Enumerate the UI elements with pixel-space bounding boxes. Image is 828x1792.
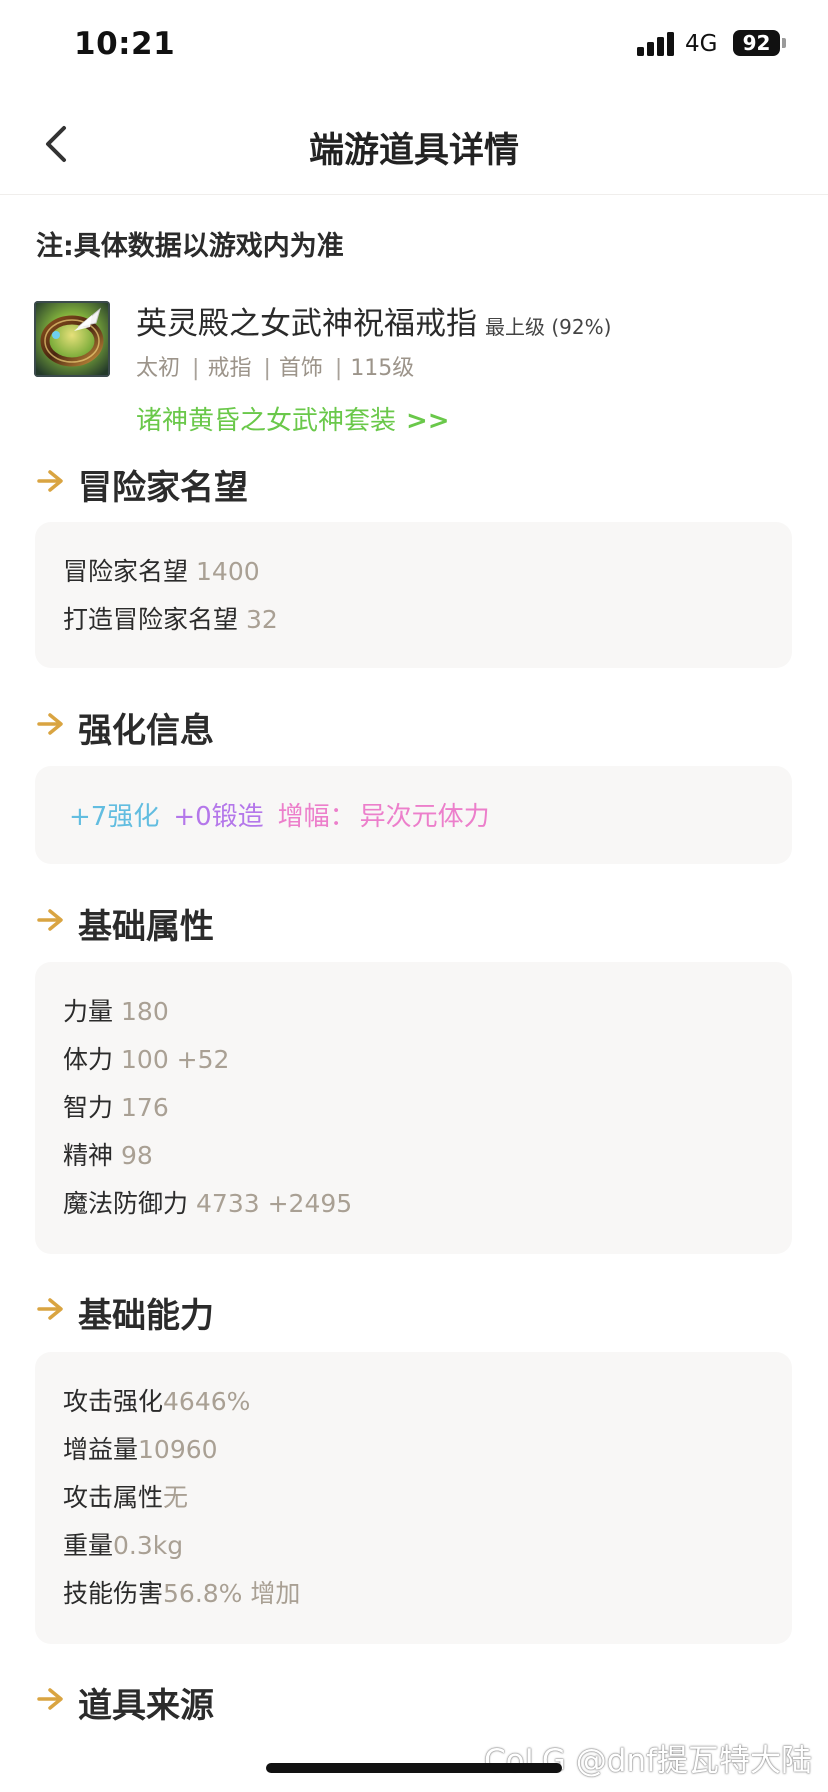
item-rarity: 太初: [136, 356, 181, 381]
network-label: 4G: [685, 31, 718, 57]
row-label: 精神: [63, 1141, 114, 1170]
arrow-bullet-icon: [37, 470, 63, 492]
section-title: 基础属性: [78, 907, 214, 947]
row-value: 4646%: [163, 1387, 251, 1416]
amplify-label: 增幅：: [277, 802, 356, 832]
abilities-card: 攻击强化4646% 增益量10960 攻击属性无 重量0.3kg 技能伤害56.…: [35, 1352, 792, 1644]
nav-bar: 端游道具详情: [0, 96, 828, 195]
ability-row: 增益量10960: [63, 1430, 218, 1466]
ability-row: 攻击属性无: [63, 1478, 188, 1514]
item-meta: 太初 | 戒指 | 首饰 | 115级: [136, 350, 414, 382]
set-link[interactable]: 诸神黄昏之女武神套装 >>: [136, 400, 450, 437]
attr-row: 体力 100 +52: [63, 1040, 229, 1076]
ring-icon: [34, 301, 110, 377]
battery-tip: [782, 38, 786, 48]
attr-row: 精神 98: [63, 1136, 153, 1172]
reinforce-level: +7强化: [69, 802, 160, 832]
section-title: 基础能力: [78, 1296, 214, 1336]
data-note: 注:具体数据以游戏内为准: [36, 231, 344, 262]
fame-row: 打造冒险家名望 32: [63, 600, 278, 636]
ability-row: 技能伤害56.8% 增加: [63, 1574, 300, 1610]
row-value: 56.8% 增加: [163, 1579, 301, 1608]
enhance-card: +7强化 +0锻造 增幅： 异次元体力: [35, 766, 792, 864]
watermark: CoLG @dnf提瓦特大陆: [484, 1743, 812, 1779]
row-value: 176: [121, 1093, 169, 1122]
row-value: 100 +52: [121, 1045, 230, 1074]
ability-row: 重量0.3kg: [63, 1526, 183, 1562]
attr-row: 智力 176: [63, 1088, 169, 1124]
battery-icon: 92: [733, 30, 780, 56]
row-label: 智力: [63, 1093, 114, 1122]
set-arrow: >>: [406, 406, 450, 436]
meta-divider: |: [263, 356, 271, 381]
row-label: 体力: [63, 1045, 114, 1074]
row-label: 魔法防御力: [63, 1189, 189, 1218]
row-value: 180: [121, 997, 169, 1026]
attr-row: 力量 180: [63, 992, 169, 1028]
enhance-info: +7强化 +0锻造 增幅： 异次元体力: [69, 796, 490, 833]
page-title: 端游道具详情: [308, 131, 519, 171]
row-label: 技能伤害: [63, 1579, 164, 1608]
section-title: 冒险家名望: [78, 468, 248, 508]
row-value: 10960: [138, 1435, 218, 1464]
row-value: 0.3kg: [113, 1531, 184, 1560]
section-title: 道具来源: [78, 1686, 214, 1726]
item-name: 英灵殿之女武神祝福戒指: [136, 306, 477, 342]
item-title: 英灵殿之女武神祝福戒指 最上级 (92%): [136, 298, 611, 343]
item-grade: 最上级 (92%): [485, 315, 612, 339]
arrow-bullet-icon: [37, 1688, 63, 1710]
row-label: 攻击属性: [63, 1483, 164, 1512]
item-level: 115级: [350, 356, 415, 381]
fame-row: 冒险家名望 1400: [63, 552, 260, 588]
status-time: 10:21: [74, 26, 176, 62]
arrow-bullet-icon: [37, 713, 63, 735]
row-value: 98: [121, 1141, 153, 1170]
row-value: 4733 +2495: [196, 1189, 353, 1218]
home-indicator[interactable]: [266, 1763, 562, 1773]
meta-divider: |: [192, 356, 200, 381]
section-title: 强化信息: [78, 711, 214, 751]
attr-row: 魔法防御力 4733 +2495: [63, 1184, 352, 1220]
row-value: 无: [163, 1483, 189, 1512]
ability-row: 攻击强化4646%: [63, 1382, 250, 1418]
fame-card: 冒险家名望 1400 打造冒险家名望 32: [35, 522, 792, 668]
item-category: 首饰: [278, 356, 323, 381]
row-label: 打造冒险家名望: [63, 605, 239, 634]
row-label: 重量: [63, 1531, 114, 1560]
forge-level: +0锻造: [173, 802, 264, 832]
attrs-card: 力量 180 体力 100 +52 智力 176 精神 98 魔法防御力 4733 +24…: [35, 962, 792, 1254]
row-label: 力量: [63, 997, 114, 1026]
status-bar: 10:21 4G 92: [0, 0, 828, 96]
row-label: 冒险家名望: [63, 557, 189, 586]
meta-divider: |: [334, 356, 343, 381]
signal-icon: [637, 32, 675, 56]
row-label: 攻击强化: [63, 1387, 164, 1416]
set-name: 诸神黄昏之女武神套装: [136, 406, 397, 436]
row-label: 增益量: [63, 1435, 139, 1464]
row-value: 32: [246, 605, 278, 634]
amplify-value: 异次元体力: [359, 802, 490, 832]
item-slot: 戒指: [207, 356, 252, 381]
arrow-bullet-icon: [37, 1298, 63, 1320]
arrow-bullet-icon: [37, 909, 63, 931]
row-value: 1400: [196, 557, 260, 586]
